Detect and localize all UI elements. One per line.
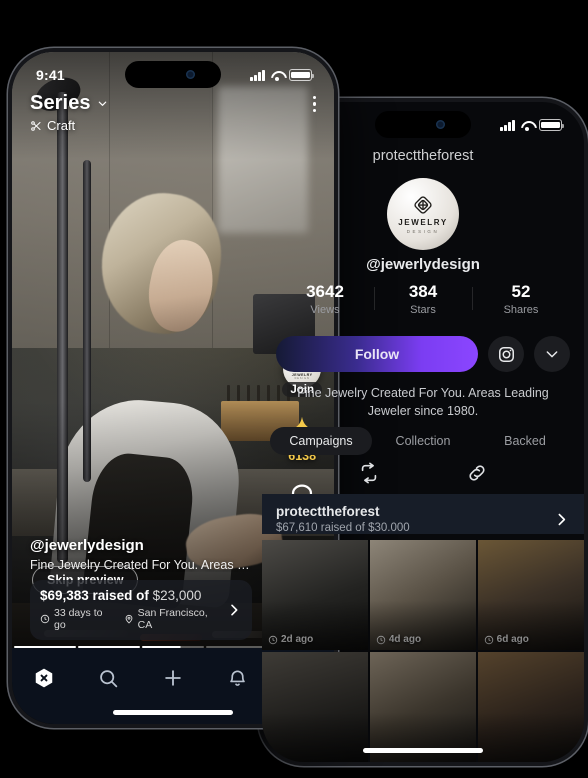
jewelry-knot-icon <box>414 196 432 214</box>
stat-views[interactable]: 3642 Views <box>276 282 374 316</box>
campaign-raised: $69,383 raised of <box>40 588 153 603</box>
tab-notifications[interactable] <box>222 663 252 693</box>
logo-name: JEWELRY <box>398 218 448 227</box>
back-profile-bio: Fine Jewelry Created For You. Areas Lead… <box>297 386 549 419</box>
stat-views-value: 3642 <box>306 282 344 301</box>
wifi-icon <box>270 70 284 81</box>
grid-cell-time-text: 2d ago <box>281 634 314 646</box>
campaign-amount: $69,383 raised of $23,000 <box>40 588 218 603</box>
tab-backed[interactable]: Backed <box>474 427 576 455</box>
dynamic-island-back <box>375 111 471 138</box>
chevron-down-icon <box>98 101 106 106</box>
stat-shares-label: Shares <box>503 304 539 316</box>
status-indicators-back <box>500 119 564 131</box>
back-profile-handle: @jewerlydesign <box>366 256 480 273</box>
campaign-card-text: $69,383 raised of $23,000 33 days to go <box>40 588 218 631</box>
grid-cell[interactable]: 4d ago <box>369 540 477 651</box>
profile-action-row: Follow <box>276 336 570 372</box>
repost-icon[interactable] <box>358 462 380 484</box>
tab-campaigns[interactable]: Campaigns <box>270 427 372 455</box>
link-icon[interactable] <box>466 462 488 484</box>
battery-icon <box>539 119 564 131</box>
scissors-icon <box>31 120 41 131</box>
campaign-card-back[interactable]: protecttheforest $67,610 raised of $30.0… <box>262 494 584 534</box>
wifi-icon <box>520 120 534 131</box>
video-meta-block: @jewerlydesign Fine Jewelry Created For … <box>30 537 252 640</box>
instagram-icon <box>498 346 514 362</box>
stat-views-label: Views <box>310 304 340 316</box>
front-header: Series Craft <box>30 92 108 133</box>
grid-cell-timestamp: 4d ago <box>376 634 421 645</box>
status-indicators-front <box>250 69 314 81</box>
profile-stats-row: 3642 Views 384 Stars 52 Shares <box>276 282 570 316</box>
tab-create[interactable] <box>158 663 188 693</box>
campaign-days-left-item: 33 days to go <box>40 607 112 631</box>
front-camera-dot <box>185 70 195 79</box>
campaign-card-front[interactable]: $69,383 raised of $23,000 33 days to go <box>30 580 252 640</box>
tab-search[interactable] <box>94 663 124 693</box>
campaign-location: San Francisco, CA <box>137 607 208 631</box>
stat-stars-value: 384 <box>408 282 438 301</box>
bell-icon <box>230 670 245 686</box>
campaign-video-grid: 2d ago 4d ago 6d ago <box>262 540 584 762</box>
grid-cell-timestamp: 6d ago <box>484 634 529 645</box>
grid-cell[interactable] <box>477 651 584 762</box>
campaign-days-left: 33 days to go <box>54 607 103 631</box>
screenshot-stage: protecttheforest JEWELRY DESIGN @jewerly… <box>0 0 588 778</box>
battery-icon <box>289 69 314 81</box>
front-camera-dot <box>435 120 445 129</box>
profile-secondary-icons <box>262 462 584 484</box>
chevron-right-icon[interactable] <box>226 602 242 618</box>
category-chip[interactable]: Craft <box>30 118 108 133</box>
location-pin-icon <box>125 614 132 624</box>
grid-cell[interactable]: 2d ago <box>262 540 369 651</box>
creator-handle[interactable]: @jewerlydesign <box>30 537 252 554</box>
more-options-button[interactable] <box>534 336 570 372</box>
clock-icon <box>376 635 386 644</box>
tab-collection[interactable]: Collection <box>372 427 474 455</box>
stat-stars-label: Stars <box>410 304 436 316</box>
clock-icon <box>484 635 493 644</box>
grid-cell-timestamp: 2d ago <box>268 634 313 645</box>
stat-shares[interactable]: 52 Shares <box>472 282 570 316</box>
creator-bio: Fine Jewelry Created For You. Areas Lead… <box>30 558 252 572</box>
clock-icon <box>268 635 278 644</box>
grid-cell[interactable] <box>369 651 477 762</box>
creator-logo-sub: DESIGN <box>294 376 310 380</box>
campaign-card-head: protecttheforest $67,610 raised of $30.0… <box>276 504 570 534</box>
back-page-title: protecttheforest <box>372 148 474 164</box>
search-icon <box>100 669 118 687</box>
home-hexagon-icon <box>35 668 53 688</box>
tab-home[interactable] <box>29 663 59 693</box>
status-time-front: 9:41 <box>36 67 65 83</box>
campaign-goal: $23,000 <box>152 588 202 603</box>
series-selector[interactable]: Series <box>30 92 108 115</box>
clock-icon <box>40 614 50 624</box>
home-indicator-back[interactable] <box>363 748 483 753</box>
home-indicator-front[interactable] <box>113 710 233 715</box>
stat-stars[interactable]: 384 Stars <box>374 282 472 316</box>
cellular-signal-icon <box>250 69 265 81</box>
cellular-signal-icon <box>500 119 515 131</box>
follow-button[interactable]: Follow <box>276 336 478 372</box>
logo-sub: DESIGN <box>406 229 440 234</box>
campaign-location-item: San Francisco, CA <box>124 607 218 631</box>
stat-shares-value: 52 <box>511 282 531 301</box>
campaign-meta-row: 33 days to go San Francisco, CA <box>40 607 218 631</box>
plus-icon <box>165 670 181 686</box>
series-label: Series <box>30 92 91 114</box>
campaign-card-title: protecttheforest <box>276 504 380 519</box>
profile-avatar-logo[interactable]: JEWELRY DESIGN <box>387 178 459 250</box>
grid-cell-time-text: 4d ago <box>388 634 422 646</box>
grid-cell[interactable] <box>262 651 369 762</box>
grid-cell-time-text: 6d ago <box>496 634 529 646</box>
grid-cell[interactable]: 6d ago <box>477 540 584 651</box>
category-label: Craft <box>47 118 76 133</box>
instagram-button[interactable] <box>488 336 524 372</box>
chevron-down-icon <box>546 351 558 358</box>
profile-tabs: Campaigns Collection Backed <box>270 427 576 455</box>
chevron-right-icon[interactable] <box>553 511 570 528</box>
dynamic-island-front <box>125 61 221 88</box>
campaign-card-subtitle: $67,610 raised of $30.000 <box>276 522 410 534</box>
